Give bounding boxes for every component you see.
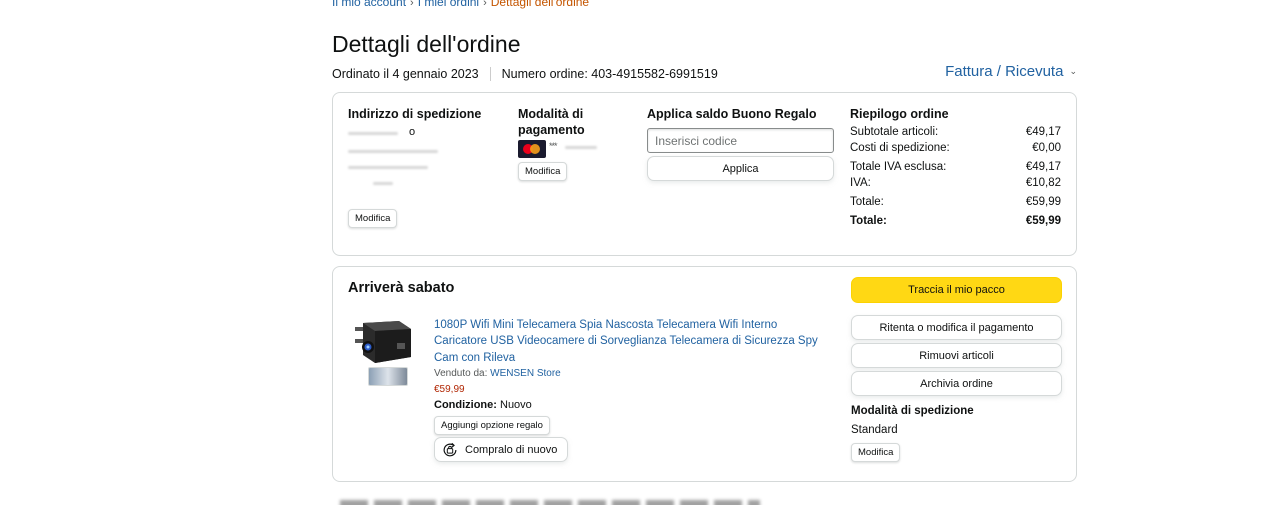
product-image[interactable]: [353, 317, 413, 367]
retry-payment-button[interactable]: Ritenta o modifica il pagamento: [851, 315, 1062, 340]
gift-code-input[interactable]: [647, 128, 834, 153]
shipping-method-title: Modalità di spedizione: [851, 405, 974, 417]
address-partial: o: [409, 126, 416, 138]
seller-link[interactable]: WENSEN Store: [490, 368, 561, 379]
order-meta: Ordinato il 4 gennaio 2023 Numero ordine…: [332, 67, 718, 81]
summary-row: Totale IVA esclusa: €49,17: [850, 159, 1061, 175]
summary-value: €0,00: [1032, 142, 1061, 154]
product-condition: Condizione: Nuovo: [434, 399, 532, 411]
redacted-line: [348, 150, 438, 153]
summary-value: €49,17: [1025, 161, 1061, 173]
summary-row: Costi di spedizione: €0,00: [850, 140, 1061, 156]
page-title: Dettagli dell'ordine: [332, 31, 521, 57]
remove-items-button[interactable]: Rimuovi articoli: [851, 343, 1062, 368]
meta-divider: [489, 67, 491, 81]
condition-label: Condizione:: [434, 399, 497, 411]
breadcrumb-separator: ›: [483, 0, 487, 9]
summary-value: €10,82: [1025, 177, 1061, 189]
redacted-line: [565, 146, 597, 149]
gift-option-button[interactable]: Aggiungi opzione regalo: [434, 416, 550, 435]
shipping-address-title: Indirizzo di spedizione: [348, 107, 482, 121]
summary-label: Totale:: [850, 215, 887, 227]
breadcrumb-separator: ›: [410, 0, 414, 9]
mastercard-icon: [518, 140, 546, 158]
invoice-label: Fattura / Ricevuta: [945, 63, 1064, 80]
order-date: Ordinato il 4 gennaio 2023: [332, 67, 479, 81]
summary-label: Subtotale articoli:: [850, 126, 939, 138]
summary-label: IVA:: [850, 177, 871, 189]
buy-again-label: Compralo di nuovo: [465, 443, 558, 456]
product-thumbnail[interactable]: [368, 367, 408, 386]
payment-edit-button[interactable]: Modifica: [518, 162, 568, 181]
order-info-box: Indirizzo di spedizione o Modifica Modal…: [332, 92, 1077, 256]
shipping-edit-button[interactable]: Modifica: [348, 209, 398, 228]
summary-label: Totale IVA esclusa:: [850, 161, 947, 173]
redacted-line: [348, 132, 398, 135]
chevron-down-icon: ⌄: [1069, 66, 1077, 76]
condition-value: Nuovo: [500, 399, 532, 411]
order-summary-title: Riepilogo ordine: [850, 107, 949, 121]
summary-value: €59,99: [1025, 196, 1061, 208]
arrival-heading: Arriverà sabato: [348, 280, 455, 296]
breadcrumb-my-account[interactable]: Il mio account: [332, 0, 406, 9]
order-number: Numero ordine: 403-4915582-6991519: [501, 67, 718, 81]
summary-row: Subtotale articoli: €49,17: [850, 124, 1061, 140]
shipping-method-edit-button[interactable]: Modifica: [851, 443, 901, 462]
seller-info: Venduto da: WENSEN Store: [434, 368, 561, 379]
archive-order-button[interactable]: Archivia ordine: [851, 371, 1062, 396]
product-title-link[interactable]: 1080P Wifi Mini Telecamera Spia Nascosta…: [434, 317, 819, 366]
summary-label: Totale:: [850, 196, 884, 208]
redacted-line: [373, 182, 393, 185]
breadcrumb-my-orders[interactable]: I miei ordini: [418, 0, 479, 9]
seller-prefix: Venduto da:: [434, 368, 488, 379]
card-digits: ***: [549, 141, 557, 151]
summary-row: Totale: €59,99: [850, 194, 1061, 210]
summary-label: Costi di spedizione:: [850, 142, 950, 154]
redacted-line: [348, 166, 428, 169]
order-summary: Subtotale articoli: €49,17 Costi di spedi…: [850, 124, 1061, 229]
payment-title: Modalità di pagamento: [518, 107, 585, 137]
apply-button[interactable]: Applica: [647, 156, 834, 181]
product-price: €59,99: [434, 384, 465, 395]
summary-row: IVA: €10,82: [850, 175, 1061, 191]
buy-again-icon: [443, 442, 457, 456]
summary-value: €49,17: [1025, 126, 1061, 138]
track-package-button[interactable]: Traccia il mio pacco: [851, 277, 1062, 303]
summary-value: €59,99: [1025, 215, 1061, 227]
gift-card-title: Applica saldo Buono Regalo: [647, 107, 817, 121]
buy-again-button[interactable]: Compralo di nuovo: [434, 437, 569, 462]
shipment-box: Arriverà sabato 1080P Wifi Mini Telecame…: [332, 266, 1077, 482]
invoice-dropdown[interactable]: Fattura / Ricevuta ⌄: [945, 63, 1077, 80]
shipping-method-value: Standard: [851, 424, 898, 436]
summary-grand-total: Totale: €59,99: [850, 213, 1061, 229]
breadcrumb: Il mio account › I miei ordini › Dettagli de…: [332, 0, 589, 9]
breadcrumb-current: Dettagli dell'ordine: [490, 0, 590, 9]
cut-off-text: [340, 500, 760, 505]
